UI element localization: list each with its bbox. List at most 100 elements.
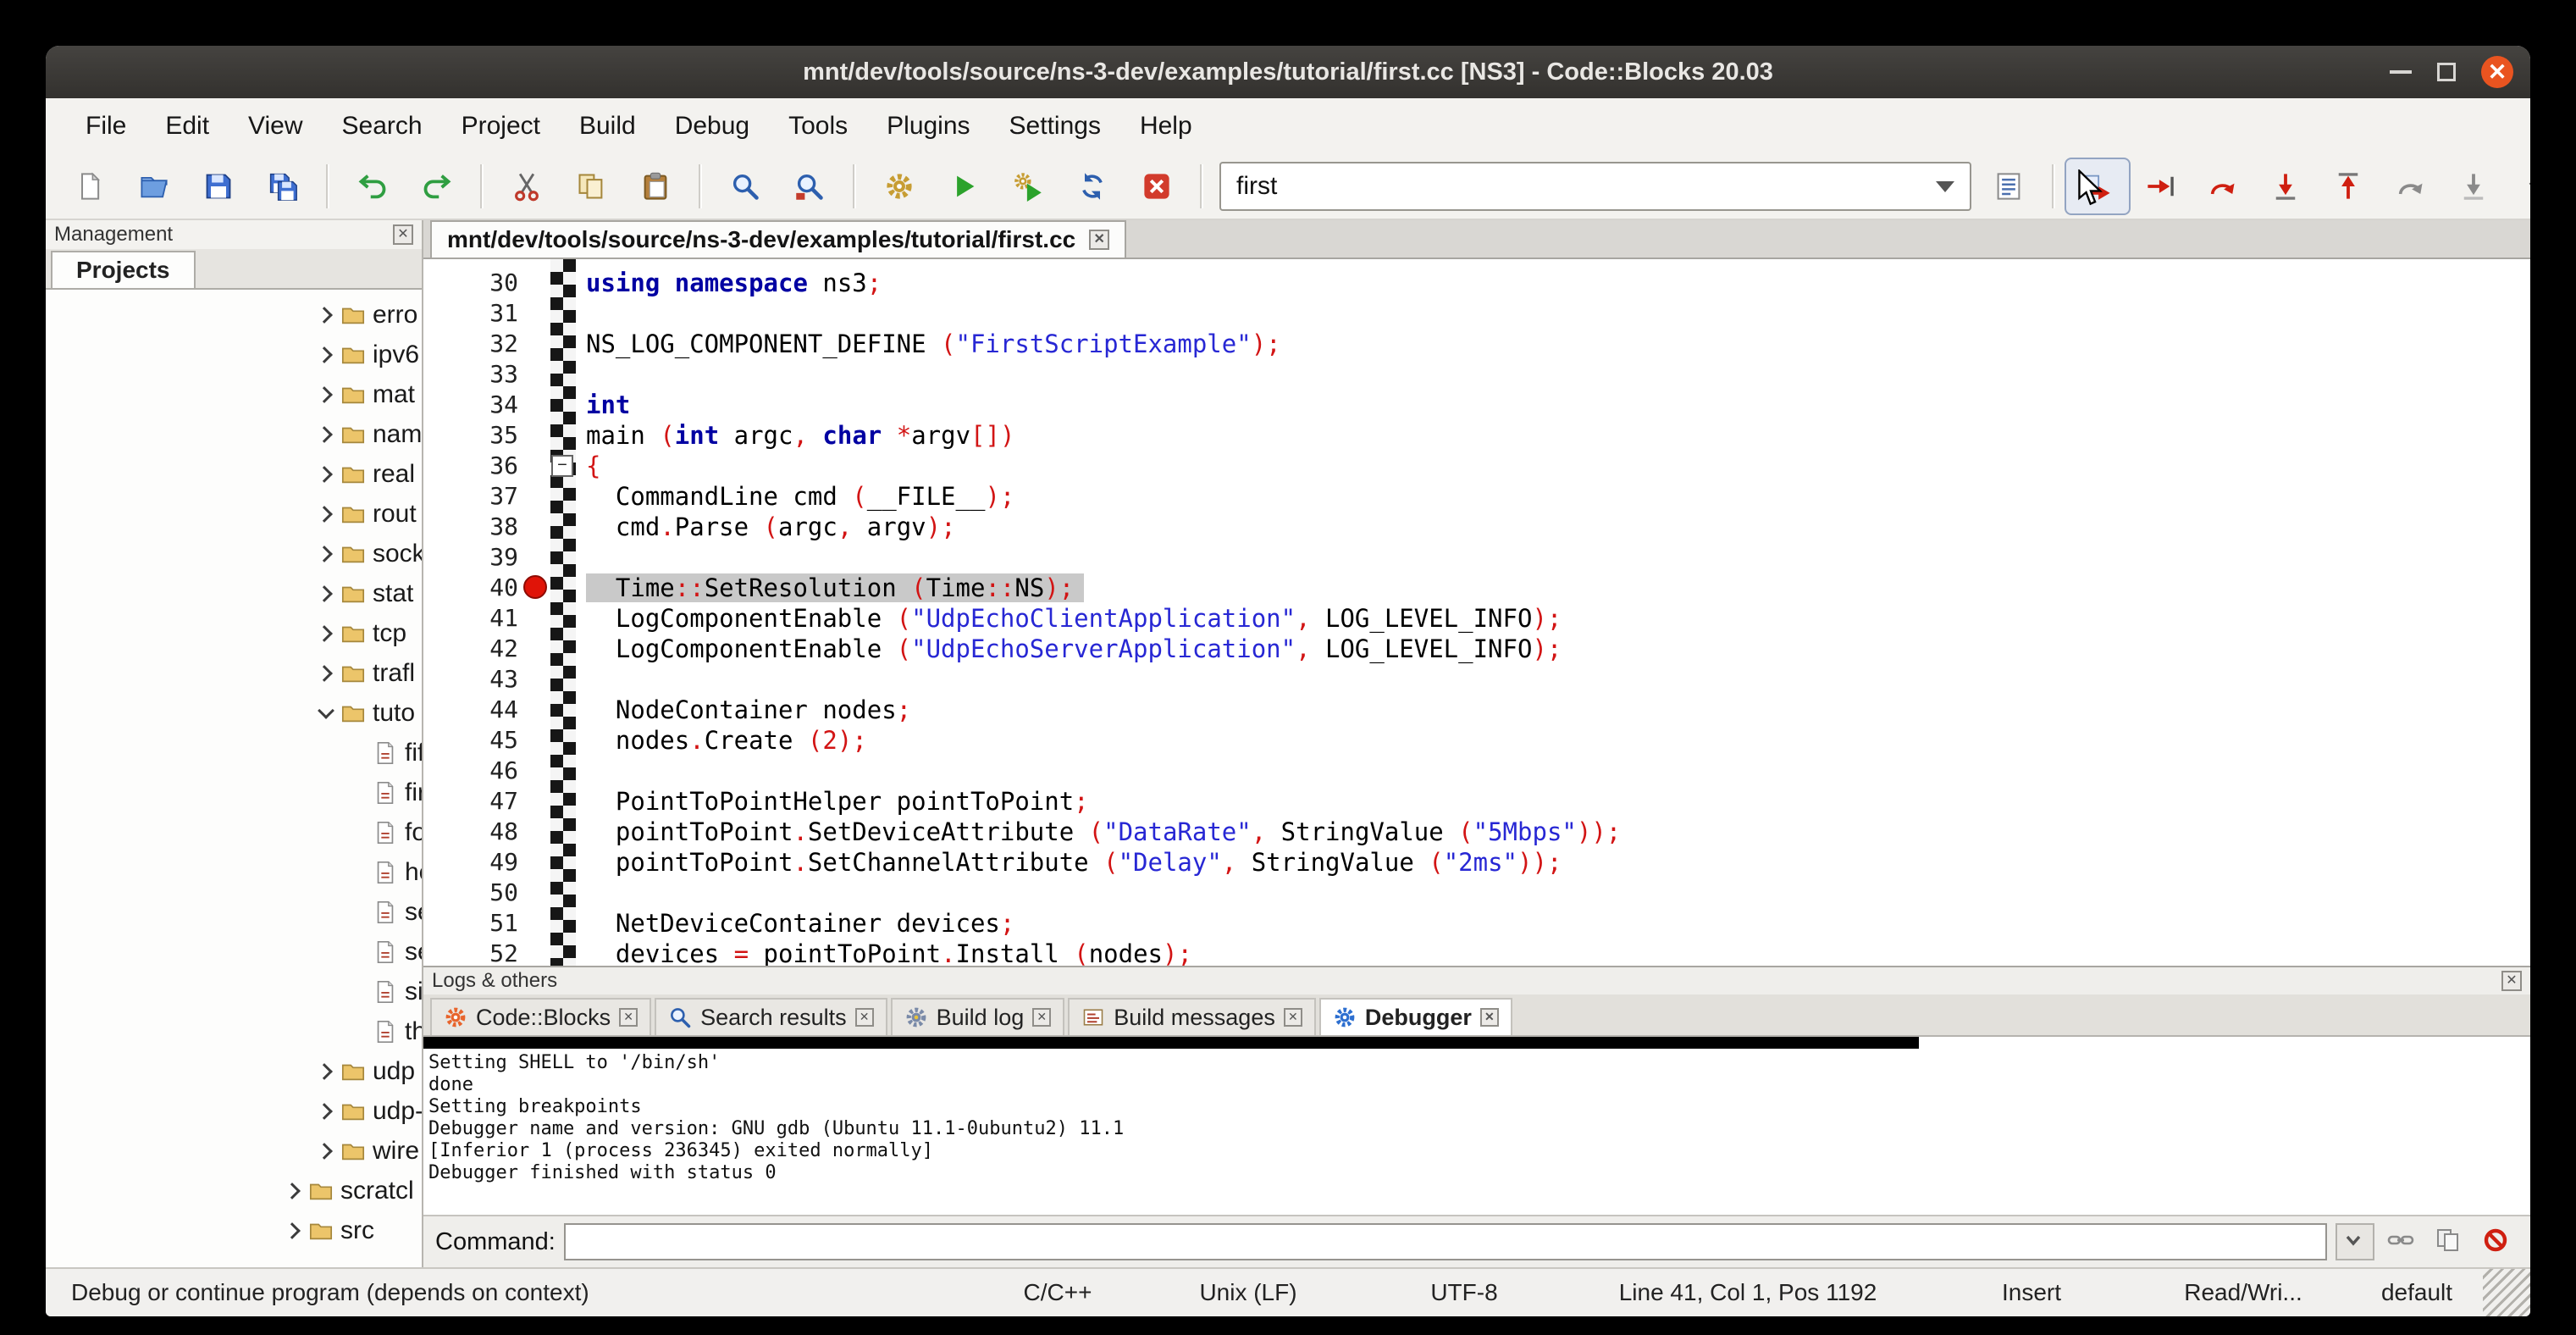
tree-item-he[interactable]: he	[46, 852, 422, 892]
menu-project[interactable]: Project	[442, 103, 560, 149]
tab-projects[interactable]: Projects	[51, 251, 196, 288]
tree-item-wire[interactable]: wire	[46, 1131, 422, 1171]
editor-tab-close-icon[interactable]: ✕	[1089, 230, 1109, 250]
log-tab-close-icon[interactable]: ✕	[1032, 1008, 1051, 1027]
code-line-52[interactable]: 52 devices = pointToPoint.Install (nodes…	[423, 939, 2530, 966]
code-line-36[interactable]: 36−{	[423, 451, 2530, 481]
attach-log-button[interactable]	[2383, 1223, 2422, 1260]
command-input[interactable]	[564, 1223, 2327, 1260]
code-line-46[interactable]: 46	[423, 756, 2530, 786]
tree-chevron-collapsed-icon[interactable]	[313, 462, 339, 487]
code-line-41[interactable]: 41 LogComponentEnable ("UdpEchoClientApp…	[423, 603, 2530, 634]
tree-item-real[interactable]: real	[46, 454, 422, 494]
menu-search[interactable]: Search	[323, 103, 442, 149]
next-line-button[interactable]	[2192, 159, 2254, 213]
code-line-43[interactable]: 43	[423, 664, 2530, 695]
tree-chevron-collapsed-icon[interactable]	[313, 621, 339, 646]
code-line-30[interactable]: 30using namespace ns3;	[423, 268, 2530, 298]
tree-item-udp-[interactable]: udp-	[46, 1091, 422, 1131]
step-into-button[interactable]	[2254, 159, 2317, 213]
tree-item-stat[interactable]: stat	[46, 573, 422, 613]
tree-item-rout[interactable]: rout	[46, 494, 422, 534]
close-icon[interactable]: ✕	[2481, 56, 2513, 88]
tree-chevron-collapsed-icon[interactable]	[313, 541, 339, 567]
log-tab-close-icon[interactable]: ✕	[1480, 1008, 1499, 1027]
code-line-51[interactable]: 51 NetDeviceContainer devices;	[423, 908, 2530, 939]
step-out-button[interactable]	[2317, 159, 2380, 213]
menu-tools[interactable]: Tools	[769, 103, 867, 149]
menu-settings[interactable]: Settings	[990, 103, 1120, 149]
tree-chevron-collapsed-icon[interactable]	[313, 1099, 339, 1124]
code-line-32[interactable]: 32NS_LOG_COMPONENT_DEFINE ("FirstScriptE…	[423, 329, 2530, 359]
tree-chevron-collapsed-icon[interactable]	[313, 342, 339, 368]
code-line-44[interactable]: 44 NodeContainer nodes;	[423, 695, 2530, 725]
tree-chevron-collapsed-icon[interactable]	[281, 1178, 307, 1204]
tree-item-nam[interactable]: nam	[46, 414, 422, 454]
find-button[interactable]	[713, 159, 777, 213]
tree-item-src[interactable]: src	[46, 1210, 422, 1250]
code-line-42[interactable]: 42 LogComponentEnable ("UdpEchoServerApp…	[423, 634, 2530, 664]
log-tab-close-icon[interactable]: ✕	[1284, 1008, 1302, 1027]
code-line-33[interactable]: 33	[423, 359, 2530, 390]
management-close-icon[interactable]: ✕	[393, 224, 413, 245]
fold-marker-icon[interactable]: −	[551, 455, 573, 477]
tree-chevron-collapsed-icon[interactable]	[313, 302, 339, 328]
maximize-icon[interactable]	[2437, 63, 2456, 81]
toolbar-overflow-button[interactable]	[2505, 159, 2530, 213]
paste-button[interactable]	[623, 159, 688, 213]
menu-debug[interactable]: Debug	[655, 103, 769, 149]
resize-grip[interactable]	[2483, 1269, 2530, 1316]
tree-item-th[interactable]: th	[46, 1011, 422, 1051]
logs-close-icon[interactable]: ✕	[2501, 971, 2522, 991]
step-into-instruction-button[interactable]	[2442, 159, 2505, 213]
tree-item-scratcl[interactable]: scratcl	[46, 1171, 422, 1210]
tree-item-trafl[interactable]: trafl	[46, 653, 422, 693]
copy-log-button[interactable]	[2430, 1223, 2469, 1260]
menu-build[interactable]: Build	[560, 103, 655, 149]
menu-edit[interactable]: Edit	[146, 103, 229, 149]
build-target-combo[interactable]: first	[1219, 162, 1971, 211]
undo-button[interactable]	[340, 159, 405, 213]
code-line-50[interactable]: 50	[423, 878, 2530, 908]
tree-item-se[interactable]: se	[46, 892, 422, 932]
save-file-button[interactable]	[186, 159, 251, 213]
tree-item-ipv6[interactable]: ipv6	[46, 335, 422, 374]
log-tab-close-icon[interactable]: ✕	[855, 1008, 874, 1027]
tree-item-udp[interactable]: udp	[46, 1051, 422, 1091]
rebuild-button[interactable]	[1060, 159, 1125, 213]
stop-debugger-button[interactable]	[2478, 1223, 2517, 1260]
editor-tab-first-cc[interactable]: mnt/dev/tools/source/ns-3-dev/examples/t…	[430, 220, 1126, 258]
tree-chevron-collapsed-icon[interactable]	[313, 501, 339, 527]
code-line-47[interactable]: 47 PointToPointHelper pointToPoint;	[423, 786, 2530, 817]
abort-build-button[interactable]	[1125, 159, 1189, 213]
build-target-options-button[interactable]	[1976, 159, 2041, 213]
run-to-cursor-button[interactable]	[2129, 159, 2192, 213]
tree-item-tuto[interactable]: tuto	[46, 693, 422, 733]
code-line-38[interactable]: 38 cmd.Parse (argc, argv);	[423, 512, 2530, 542]
tree-item-tcp[interactable]: tcp	[46, 613, 422, 653]
menu-plugins[interactable]: Plugins	[867, 103, 989, 149]
tree-chevron-collapsed-icon[interactable]	[313, 1138, 339, 1164]
menu-help[interactable]: Help	[1120, 103, 1212, 149]
log-tab-search-results[interactable]: Search results✕	[655, 998, 887, 1035]
tree-chevron-collapsed-icon[interactable]	[313, 581, 339, 607]
code-line-48[interactable]: 48 pointToPoint.SetDeviceAttribute ("Dat…	[423, 817, 2530, 847]
tree-item-fir[interactable]: fir	[46, 773, 422, 812]
tree-chevron-collapsed-icon[interactable]	[313, 661, 339, 686]
new-file-button[interactable]	[58, 159, 122, 213]
save-all-button[interactable]	[251, 159, 315, 213]
tree-chevron-collapsed-icon[interactable]	[313, 382, 339, 407]
code-line-39[interactable]: 39	[423, 542, 2530, 573]
breakpoint-icon[interactable]	[523, 575, 547, 599]
menu-view[interactable]: View	[229, 103, 322, 149]
code-line-34[interactable]: 34int	[423, 390, 2530, 420]
tree-item-si[interactable]: si	[46, 972, 422, 1011]
tree-item-erro[interactable]: erro	[46, 295, 422, 335]
code-line-40[interactable]: 40 Time::SetResolution (Time::NS);	[423, 573, 2530, 603]
code-line-37[interactable]: 37 CommandLine cmd (__FILE__);	[423, 481, 2530, 512]
log-tab-close-icon[interactable]: ✕	[619, 1008, 638, 1027]
redo-button[interactable]	[405, 159, 469, 213]
tree-item-mat[interactable]: mat	[46, 374, 422, 414]
replace-button[interactable]	[777, 159, 842, 213]
log-tab-build-messages[interactable]: Build messages✕	[1068, 998, 1316, 1035]
